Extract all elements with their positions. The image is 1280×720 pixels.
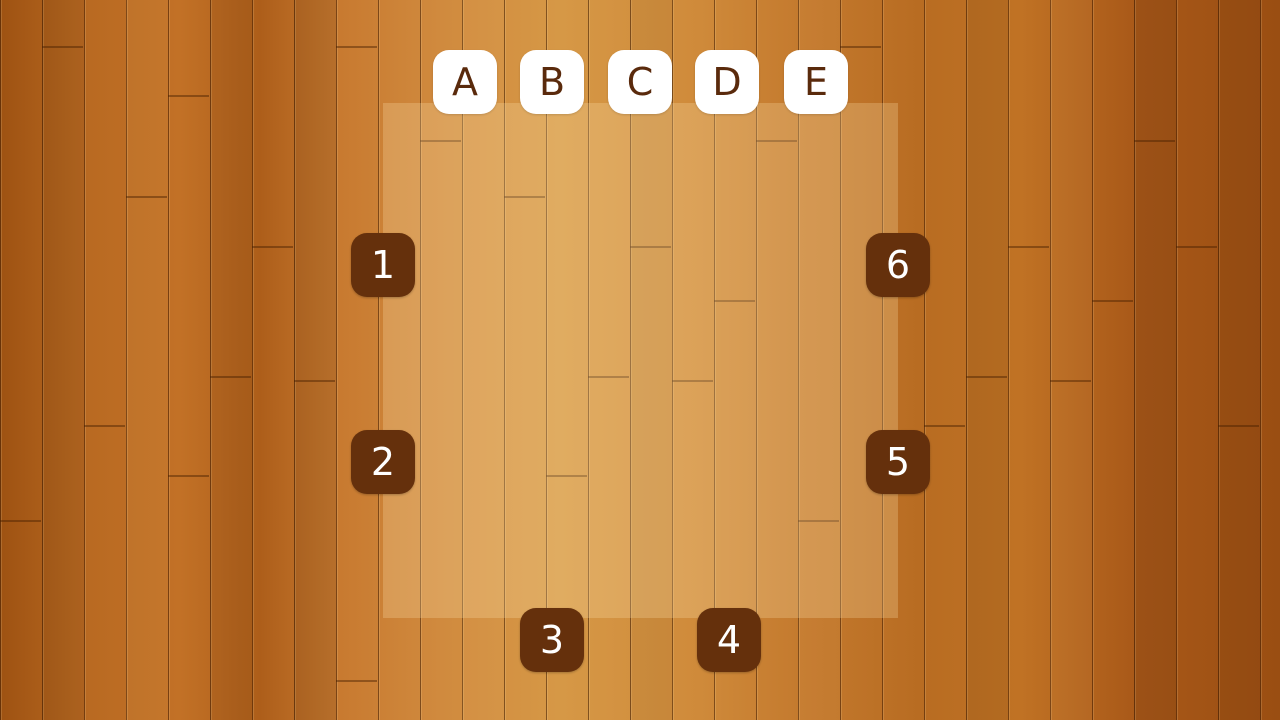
letter-tile-d[interactable]: D: [695, 50, 759, 114]
number-tile-1[interactable]: 1: [351, 233, 415, 297]
letter-tile-b[interactable]: B: [520, 50, 584, 114]
number-tile-2[interactable]: 2: [351, 430, 415, 494]
number-tile-3[interactable]: 3: [520, 608, 584, 672]
letter-tile-a[interactable]: A: [433, 50, 497, 114]
number-tile-4[interactable]: 4: [697, 608, 761, 672]
letter-tile-e[interactable]: E: [784, 50, 848, 114]
number-tile-5[interactable]: 5: [866, 430, 930, 494]
game-board: [383, 103, 898, 618]
letter-tile-c[interactable]: C: [608, 50, 672, 114]
number-tile-6[interactable]: 6: [866, 233, 930, 297]
